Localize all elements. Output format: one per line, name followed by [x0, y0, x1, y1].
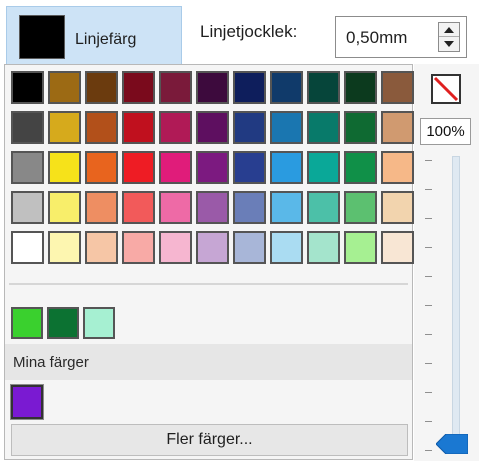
more-colors-button[interactable]: Fler färger...: [11, 424, 408, 456]
transparency-slider-thumb[interactable]: [436, 434, 468, 454]
slider-tick: [425, 189, 432, 190]
recent-colors: [11, 307, 115, 339]
color-swatch[interactable]: [344, 191, 377, 224]
color-swatch[interactable]: [11, 71, 44, 104]
color-swatch[interactable]: [344, 151, 377, 184]
spinner-buttons: [438, 22, 460, 52]
color-swatch[interactable]: [233, 151, 266, 184]
color-swatch[interactable]: [122, 151, 155, 184]
slider-tick: [425, 276, 432, 277]
color-swatch[interactable]: [344, 111, 377, 144]
color-swatch[interactable]: [159, 71, 192, 104]
recent-color-swatch[interactable]: [83, 307, 115, 339]
color-swatch[interactable]: [381, 191, 414, 224]
color-swatch[interactable]: [122, 231, 155, 264]
line-width-spinner[interactable]: 0,50mm: [335, 16, 467, 58]
divider: [9, 283, 408, 285]
slider-tick: [425, 334, 432, 335]
line-color-tab[interactable]: Linjefärg: [6, 6, 182, 64]
color-swatch[interactable]: [85, 191, 118, 224]
color-swatch[interactable]: [48, 231, 81, 264]
color-swatch[interactable]: [11, 111, 44, 144]
line-color-label: Linjefärg: [75, 31, 137, 48]
my-colors-label: Mina färger: [13, 354, 89, 371]
color-palette-panel: Mina färger Fler färger...: [4, 64, 414, 460]
color-swatch[interactable]: [381, 231, 414, 264]
color-swatch[interactable]: [270, 231, 303, 264]
color-swatch[interactable]: [122, 71, 155, 104]
increment-button[interactable]: [439, 23, 459, 37]
color-swatch[interactable]: [196, 231, 229, 264]
color-swatch[interactable]: [381, 71, 414, 104]
color-swatch[interactable]: [159, 191, 192, 224]
line-width-value[interactable]: 0,50mm: [346, 28, 407, 48]
current-line-color-swatch: [19, 15, 65, 59]
recent-color-swatch[interactable]: [47, 307, 79, 339]
color-swatch[interactable]: [48, 151, 81, 184]
color-swatch[interactable]: [85, 231, 118, 264]
color-swatch[interactable]: [270, 111, 303, 144]
color-swatch[interactable]: [11, 231, 44, 264]
color-swatch[interactable]: [85, 151, 118, 184]
color-swatch[interactable]: [307, 231, 340, 264]
color-swatch[interactable]: [307, 191, 340, 224]
color-swatch[interactable]: [381, 111, 414, 144]
slider-tick: [425, 160, 432, 161]
arrow-down-icon: [444, 41, 454, 47]
slider-tick: [425, 421, 432, 422]
color-swatch[interactable]: [344, 71, 377, 104]
color-swatch[interactable]: [159, 151, 192, 184]
color-swatch[interactable]: [196, 151, 229, 184]
color-swatch[interactable]: [11, 191, 44, 224]
color-swatch[interactable]: [48, 71, 81, 104]
color-swatch[interactable]: [233, 111, 266, 144]
color-swatch[interactable]: [233, 231, 266, 264]
toolbar: Linjefärg Linjetjocklek: 0,50mm: [0, 0, 479, 64]
slider-tick: [425, 450, 432, 451]
color-swatch[interactable]: [270, 151, 303, 184]
slider-tick: [425, 305, 432, 306]
color-grid: [11, 71, 414, 264]
color-swatch[interactable]: [233, 191, 266, 224]
color-swatch[interactable]: [270, 71, 303, 104]
color-swatch[interactable]: [48, 191, 81, 224]
color-swatch[interactable]: [159, 231, 192, 264]
custom-color-swatch[interactable]: [10, 384, 44, 420]
color-swatch[interactable]: [381, 151, 414, 184]
color-swatch[interactable]: [48, 111, 81, 144]
no-color-button[interactable]: [431, 74, 461, 104]
line-width-label: Linjetjocklek:: [200, 22, 298, 41]
arrow-up-icon: [444, 26, 454, 33]
slider-tick: [425, 247, 432, 248]
color-swatch[interactable]: [344, 231, 377, 264]
slider-tick: [425, 392, 432, 393]
color-swatch[interactable]: [307, 111, 340, 144]
color-swatch[interactable]: [122, 191, 155, 224]
transparency-panel: 100%: [414, 64, 479, 461]
color-swatch[interactable]: [11, 151, 44, 184]
no-color-icon: [433, 76, 459, 102]
color-swatch[interactable]: [85, 71, 118, 104]
recent-color-swatch[interactable]: [11, 307, 43, 339]
color-swatch[interactable]: [85, 111, 118, 144]
slider-tick: [425, 218, 432, 219]
color-swatch[interactable]: [196, 71, 229, 104]
color-swatch[interactable]: [307, 151, 340, 184]
color-swatch[interactable]: [122, 111, 155, 144]
color-swatch[interactable]: [233, 71, 266, 104]
color-swatch[interactable]: [159, 111, 192, 144]
color-swatch[interactable]: [307, 71, 340, 104]
transparency-value: 100%: [420, 118, 471, 145]
my-colors-header: Mina färger: [5, 344, 412, 380]
decrement-button[interactable]: [439, 37, 459, 51]
slider-tick: [425, 363, 432, 364]
color-swatch[interactable]: [196, 111, 229, 144]
color-swatch[interactable]: [196, 191, 229, 224]
color-swatch[interactable]: [270, 191, 303, 224]
transparency-slider-track[interactable]: [452, 156, 460, 446]
